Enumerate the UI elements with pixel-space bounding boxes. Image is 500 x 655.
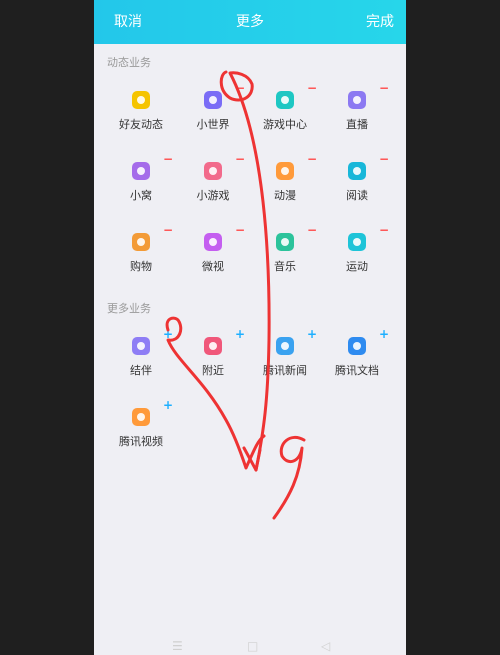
add-badge[interactable]: + <box>307 328 317 340</box>
remove-badge[interactable]: − <box>307 153 317 165</box>
tile-nearby[interactable]: 附近 + <box>177 328 249 388</box>
star-icon <box>132 91 150 109</box>
add-badge[interactable]: + <box>163 399 173 411</box>
music-icon <box>276 233 294 251</box>
tile-shopping[interactable]: 购物 − <box>105 224 177 284</box>
menu-icon[interactable]: ☰ <box>172 639 183 653</box>
home-icon <box>132 162 150 180</box>
page-title: 更多 <box>236 14 264 30</box>
tile-sport[interactable]: 运动 − <box>321 224 393 284</box>
tile-label: 腾讯新闻 <box>263 364 307 377</box>
tile-label: 阅读 <box>346 189 368 202</box>
tile-tencent-docs[interactable]: 腾讯文档 + <box>321 328 393 388</box>
play-icon <box>132 408 150 426</box>
remove-badge[interactable]: − <box>379 224 389 236</box>
phone-screen: 取消 更多 完成 动态业务 好友动态 小世界 − 游戏中心 − 直播 − 小窝 … <box>94 0 406 655</box>
tile-small-world[interactable]: 小世界 − <box>177 82 249 142</box>
add-badge[interactable]: + <box>163 328 173 340</box>
remove-badge[interactable]: − <box>235 153 245 165</box>
remove-badge[interactable]: − <box>379 82 389 94</box>
system-nav-bar: ☰ □ ◁ <box>94 636 406 655</box>
remove-badge[interactable]: − <box>163 224 173 236</box>
document-icon <box>348 337 366 355</box>
tile-weishi[interactable]: 微视 − <box>177 224 249 284</box>
back-icon[interactable]: ◁ <box>321 639 330 653</box>
shopping-icon <box>132 233 150 251</box>
sport-icon <box>348 233 366 251</box>
remove-badge[interactable]: − <box>235 82 245 94</box>
tile-label: 购物 <box>130 260 152 273</box>
tile-label: 微视 <box>202 260 224 273</box>
tile-label: 腾讯视频 <box>119 435 163 448</box>
tile-label: 小世界 <box>196 118 230 131</box>
tile-label: 运动 <box>346 260 368 273</box>
tile-label: 腾讯文档 <box>335 364 379 377</box>
section-title-more: 更多业务 <box>107 302 151 315</box>
tile-label: 小游戏 <box>196 189 230 202</box>
remove-badge[interactable]: − <box>379 153 389 165</box>
tile-mini-games[interactable]: 小游戏 − <box>177 153 249 213</box>
tile-label: 结伴 <box>130 364 152 377</box>
remove-badge[interactable]: − <box>163 153 173 165</box>
tile-label: 动漫 <box>274 189 296 202</box>
tile-reading[interactable]: 阅读 − <box>321 153 393 213</box>
tile-live[interactable]: 直播 − <box>321 82 393 142</box>
tile-tencent-news[interactable]: 腾讯新闻 + <box>249 328 321 388</box>
add-badge[interactable]: + <box>379 328 389 340</box>
tile-friend-feed[interactable]: 好友动态 <box>105 82 177 142</box>
gamepad-icon <box>276 91 294 109</box>
tile-game-center[interactable]: 游戏中心 − <box>249 82 321 142</box>
tile-companion[interactable]: 结伴 + <box>105 328 177 388</box>
tile-tencent-video[interactable]: 腾讯视频 + <box>105 399 177 459</box>
tile-music[interactable]: 音乐 − <box>249 224 321 284</box>
anime-icon <box>276 162 294 180</box>
remove-badge[interactable]: − <box>307 82 317 94</box>
section-title-dynamic: 动态业务 <box>107 56 151 69</box>
planet-icon <box>204 91 222 109</box>
home-button-icon[interactable]: □ <box>247 639 258 653</box>
video-icon <box>204 233 222 251</box>
tile-label: 直播 <box>346 118 368 131</box>
location-icon <box>204 337 222 355</box>
live-icon <box>348 91 366 109</box>
remove-badge[interactable]: − <box>307 224 317 236</box>
book-icon <box>348 162 366 180</box>
tile-label: 附近 <box>202 364 224 377</box>
tile-anime[interactable]: 动漫 − <box>249 153 321 213</box>
news-icon <box>276 337 294 355</box>
tile-label: 游戏中心 <box>263 118 307 131</box>
top-bar: 取消 更多 完成 <box>94 0 406 44</box>
add-badge[interactable]: + <box>235 328 245 340</box>
game-character-icon <box>204 162 222 180</box>
tile-label: 好友动态 <box>119 118 163 131</box>
tile-home[interactable]: 小窝 − <box>105 153 177 213</box>
tile-label: 小窝 <box>130 189 152 202</box>
companion-icon <box>132 337 150 355</box>
done-button[interactable]: 完成 <box>366 14 394 30</box>
remove-badge[interactable]: − <box>235 224 245 236</box>
tile-label: 音乐 <box>274 260 296 273</box>
